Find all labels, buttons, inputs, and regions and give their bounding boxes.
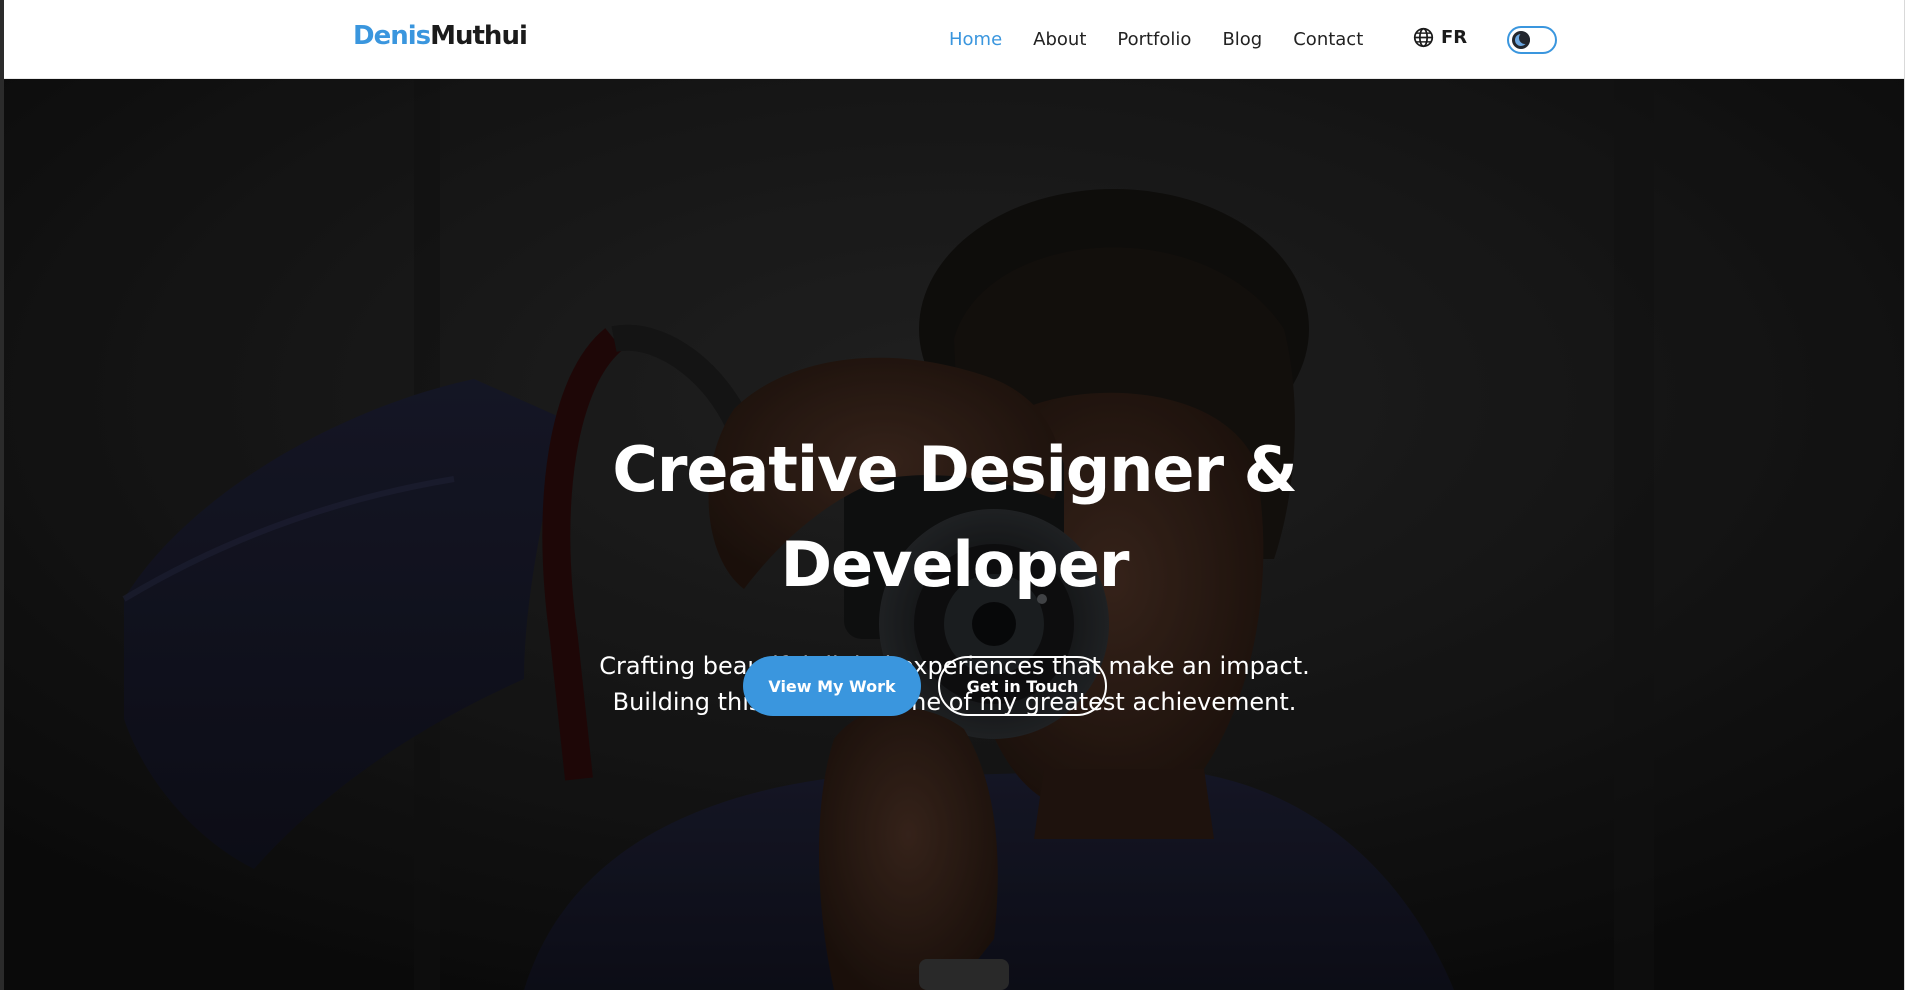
language-switcher[interactable]: FR	[1413, 27, 1467, 48]
brand-first-name: Denis	[353, 21, 431, 51]
nav-link-portfolio[interactable]: Portfolio	[1117, 29, 1191, 50]
nav-link-blog[interactable]: Blog	[1222, 29, 1262, 50]
hero-section: Creative Designer & Developer Crafting b…	[4, 79, 1905, 990]
window-edge	[0, 0, 4, 990]
brand-logo[interactable]: DenisMuthui	[353, 21, 528, 51]
nav-link-contact[interactable]: Contact	[1293, 29, 1363, 50]
globe-icon	[1413, 27, 1434, 48]
hero-cta-row: View My Work Get in Touch	[0, 656, 1905, 716]
hero-title: Creative Designer & Developer	[612, 433, 1297, 601]
theme-toggle[interactable]	[1507, 26, 1557, 54]
main-nav: Home About Portfolio Blog Contact	[949, 0, 1394, 79]
brand-last-name: Muthui	[430, 21, 528, 51]
nav-link-home[interactable]: Home	[949, 29, 1002, 50]
moon-icon	[1512, 31, 1530, 49]
browser-viewport: DenisMuthui Home About Portfolio Blog Co…	[0, 0, 1905, 990]
language-label: FR	[1441, 27, 1468, 48]
view-my-work-button[interactable]: View My Work	[743, 656, 921, 716]
nav-link-about[interactable]: About	[1033, 29, 1086, 50]
get-in-touch-button[interactable]: Get in Touch	[938, 656, 1107, 716]
top-navbar: DenisMuthui Home About Portfolio Blog Co…	[4, 0, 1905, 79]
